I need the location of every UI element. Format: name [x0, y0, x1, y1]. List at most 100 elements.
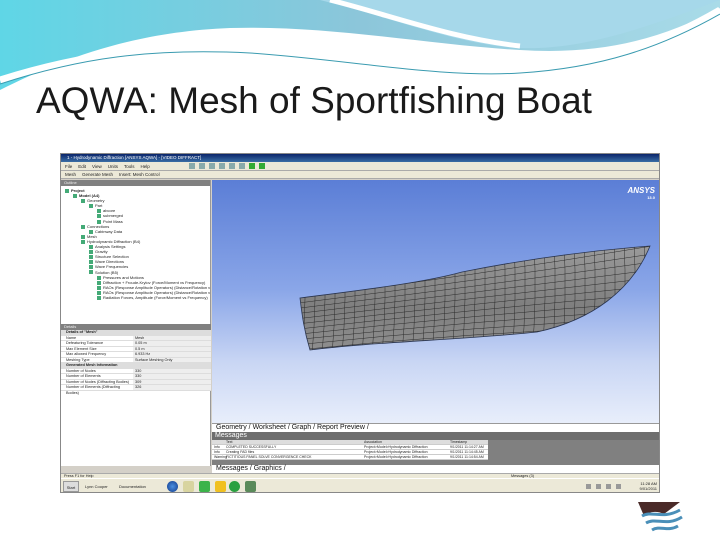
left-panel: Outline Project Model (A4) Geometry Part abc… [61, 180, 211, 466]
menu-edit[interactable]: Edit [78, 162, 86, 170]
rotate-icon[interactable] [199, 163, 205, 169]
zoom-icon[interactable] [219, 163, 225, 169]
property-name: Name [61, 335, 133, 340]
chat-icon[interactable] [199, 481, 210, 492]
system-tray [586, 484, 621, 489]
workbench-icon[interactable] [229, 481, 240, 492]
tree-node-icon [89, 204, 93, 209]
insert-mesh-control-button[interactable]: Insert: Mesh Control [119, 171, 160, 178]
property-name: Number of Nodes (Diffracting Bodies) [61, 379, 133, 384]
property-name: Meshing Type [61, 357, 133, 362]
cell: 9/1/2011 11:14:45 AM [450, 450, 484, 454]
toolbar-icons [189, 163, 265, 169]
tree-item-label: Radiation Forces, Amplitude (Force/Momen… [103, 294, 208, 300]
menu-units[interactable]: Units [108, 162, 118, 170]
cell [212, 440, 226, 444]
generate-mesh-button[interactable]: Generate Mesh [82, 171, 113, 178]
tree-node-icon [81, 224, 85, 229]
messages-tabs[interactable]: Messages / Graphics / [212, 465, 659, 473]
menu-file[interactable]: File [65, 162, 72, 170]
mesh-button[interactable]: Mesh [65, 171, 76, 178]
property-value[interactable]: 326 [133, 385, 211, 390]
property-name: Max Element Size [61, 346, 133, 351]
tree-item[interactable]: Radiation Forces, Amplitude (Force/Momen… [65, 295, 210, 300]
tree-item-label: Cabinway Data [95, 228, 123, 234]
taskbar: Start Lynn Cooper Documentation 11:28 AM… [61, 478, 659, 492]
menu-bar: File Edit View Units Tools Help [61, 162, 659, 171]
cell: Creating FAD files [226, 450, 255, 454]
3d-viewport[interactable]: ANSYS 13.0 [212, 180, 659, 423]
property-value[interactable]: Mesh [133, 335, 211, 340]
tree-node-icon [81, 239, 85, 244]
property-value[interactable]: 0.05 m [133, 341, 211, 346]
cell: COMPLETED SUCCESSFULLY [226, 445, 277, 449]
property-value[interactable]: 0.5 m [133, 346, 211, 351]
cell: 9/1/2011 11:14:27 AM [450, 445, 484, 449]
menu-tools[interactable]: Tools [124, 162, 135, 170]
pan-icon[interactable] [209, 163, 215, 169]
property-value[interactable]: 6.933 Hz [133, 352, 211, 357]
tray-icon[interactable] [606, 484, 611, 489]
solve-icon[interactable] [249, 163, 255, 169]
cell: 9/1/2011 11:14:54 AM [450, 455, 484, 459]
slide-title: AQWA: Mesh of Sportfishing Boat [36, 80, 592, 121]
tree-node-icon [97, 295, 101, 300]
menu-help[interactable]: Help [141, 162, 150, 170]
tree-node-icon [97, 214, 101, 219]
tree-node-icon [89, 265, 93, 270]
cell: Info [214, 450, 220, 454]
start-button[interactable]: Start [63, 481, 79, 492]
messages-table: Text Association Timestamp Info COMPLETED SU… [212, 440, 488, 460]
update-icon[interactable] [259, 163, 265, 169]
section-label: Generated Mesh Information [61, 363, 211, 368]
boat-wave-logo [638, 502, 683, 532]
property-name: Number of Elements [61, 374, 133, 379]
section-label: Details of "Mesh" [61, 330, 211, 335]
select-icon[interactable] [239, 163, 245, 169]
aqwa-screenshot: 1 - Hydrodynamic Diffraction [ANSYS AQWA… [60, 153, 660, 493]
cell: Timestamp [450, 440, 468, 444]
outline-tree: Project Model (A4) Geometry Part abcore subme… [61, 186, 210, 300]
tree-node-icon [73, 194, 77, 199]
cell: Project>Model>Hydrodynamic Diffraction [364, 445, 428, 449]
messages-header: Messages [212, 432, 659, 440]
tray-icon[interactable] [586, 484, 591, 489]
fit-icon[interactable] [229, 163, 235, 169]
cell: FICTITIOUS PANEL SOLVE CONVERGENCE CHECK [226, 455, 312, 459]
cell: Warning [214, 455, 227, 459]
ansys-icon[interactable] [215, 481, 226, 492]
property-name: Defeaturing Tolerance [61, 341, 133, 346]
property-value[interactable]: 330 [133, 374, 211, 379]
folder-icon[interactable] [183, 481, 194, 492]
cell: Text [226, 440, 233, 444]
property-name: Max allowed Frequency [61, 352, 133, 357]
cell: Info [214, 445, 220, 449]
messages-panel: Messages Text Association Timestamp Info COM… [212, 432, 659, 465]
cell: Project>Model>Hydrodynamic Diffraction [364, 455, 428, 459]
property-value[interactable]: Surface Meshing Only [133, 357, 211, 362]
property-name: Number of Nodes [61, 368, 133, 373]
message-row[interactable]: Warning FICTITIOUS PANEL SOLVE CONVERGENC… [212, 455, 488, 460]
menu-view[interactable]: View [92, 162, 102, 170]
save-icon[interactable] [189, 163, 195, 169]
property-value[interactable]: 330 [133, 368, 211, 373]
tray-icon[interactable] [616, 484, 621, 489]
cell: Association [364, 440, 382, 444]
mesh-toolbar: Mesh Generate Mesh Insert: Mesh Control [61, 171, 659, 179]
details-panel: Details Details of "Mesh" Name Mesh Defeatu… [61, 324, 211, 395]
window-title: 1 - Hydrodynamic Diffraction [ANSYS AQWA… [61, 154, 659, 162]
task-button-1[interactable]: Lynn Cooper [85, 484, 108, 489]
tree-node-icon [81, 199, 85, 204]
task-button-2[interactable]: Documentation [119, 484, 146, 489]
tree-node-icon [89, 270, 93, 275]
globe-icon[interactable] [167, 481, 178, 492]
view-tabs[interactable]: Geometry / Worksheet / Graph / Report Pr… [212, 423, 659, 432]
boat-hull-mesh [299, 245, 651, 351]
clock: 11:28 AM 9/01/2011 [639, 481, 658, 491]
property-name: Number of Elements (Diffracting Bodies) [61, 385, 133, 395]
cell: Project>Model>Hydrodynamic Diffraction [364, 450, 428, 454]
app-icon[interactable] [245, 481, 256, 492]
tree-node-icon [65, 188, 69, 193]
property-value[interactable]: 309 [133, 379, 211, 384]
tray-icon[interactable] [596, 484, 601, 489]
